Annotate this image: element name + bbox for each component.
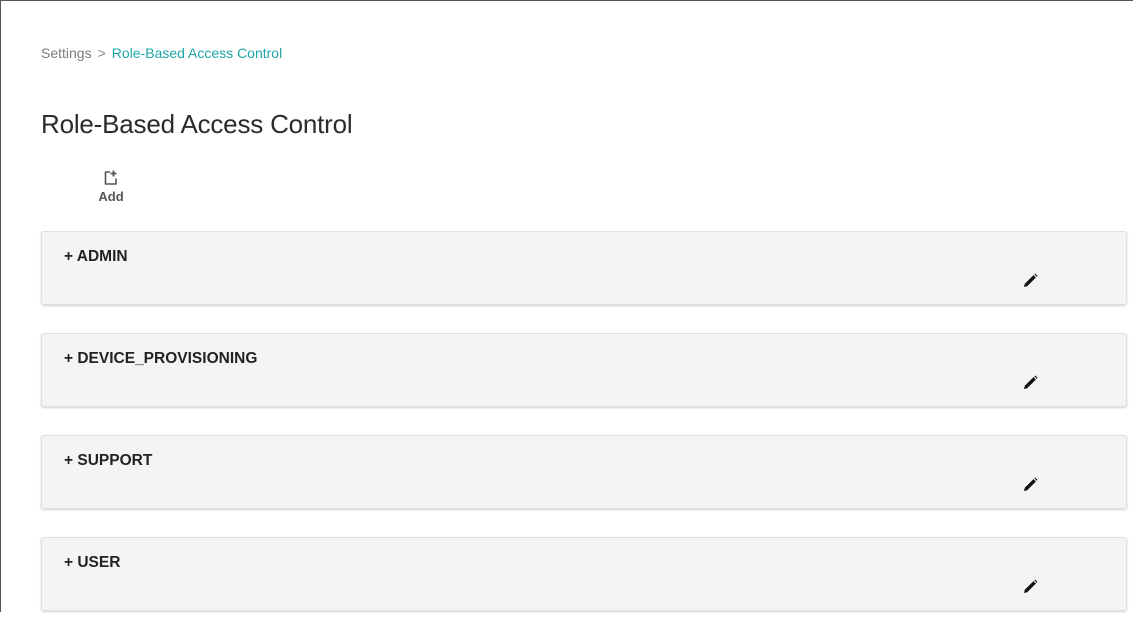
page-frame: Settings > Role-Based Access Control Role-… xyxy=(0,0,1133,612)
breadcrumb-separator: > xyxy=(97,45,106,61)
role-name[interactable]: + DEVICE_PROVISIONING xyxy=(64,350,257,368)
breadcrumb: Settings > Role-Based Access Control xyxy=(41,45,282,61)
page-title: Role-Based Access Control xyxy=(41,109,353,139)
pencil-icon[interactable] xyxy=(1021,374,1039,392)
role-card-device-provisioning[interactable]: + DEVICE_PROVISIONING xyxy=(41,333,1127,407)
role-card-support[interactable]: + SUPPORT xyxy=(41,435,1127,509)
role-list: + ADMIN + DEVICE_PROVISIONING + SUPPORT … xyxy=(41,231,1127,639)
add-button-label: Add xyxy=(98,189,124,204)
breadcrumb-current[interactable]: Role-Based Access Control xyxy=(112,45,282,61)
pencil-icon[interactable] xyxy=(1021,578,1039,596)
role-card-user[interactable]: + USER xyxy=(41,537,1127,611)
role-name[interactable]: + USER xyxy=(64,554,120,572)
role-card-admin[interactable]: + ADMIN xyxy=(41,231,1127,305)
pencil-icon[interactable] xyxy=(1021,476,1039,494)
add-button[interactable]: Add xyxy=(89,169,133,215)
role-name[interactable]: + ADMIN xyxy=(64,248,128,266)
breadcrumb-settings[interactable]: Settings xyxy=(41,45,92,61)
pencil-icon[interactable] xyxy=(1021,272,1039,290)
role-name[interactable]: + SUPPORT xyxy=(64,452,152,470)
add-document-icon xyxy=(104,170,117,185)
